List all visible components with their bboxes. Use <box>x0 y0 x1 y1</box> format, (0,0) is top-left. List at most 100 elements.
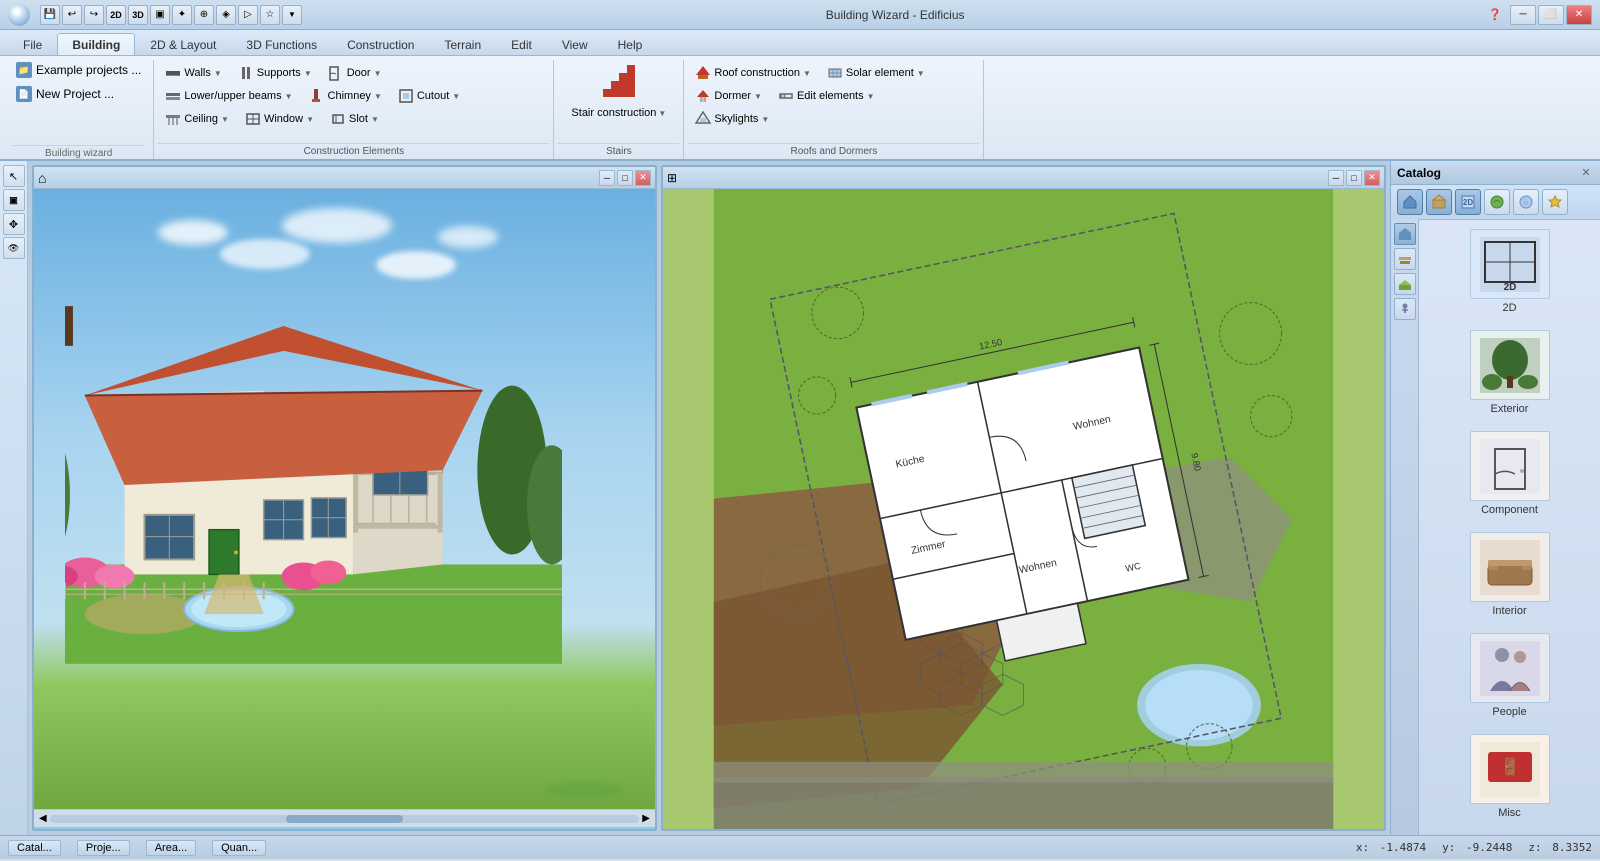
roof-construction-button[interactable]: Roof construction ▼ <box>688 62 818 84</box>
view-2d-button[interactable]: 2D <box>106 5 126 25</box>
status-tab-quantity[interactable]: Quan... <box>212 840 266 856</box>
save-button[interactable]: 💾 <box>40 5 60 25</box>
tab-3d-functions[interactable]: 3D Functions <box>231 33 332 55</box>
cat-nav-building[interactable] <box>1394 223 1416 245</box>
skylights-button[interactable]: Skylights ▼ <box>688 108 776 130</box>
catalog-tool-building[interactable] <box>1397 189 1423 215</box>
dropdown-arrow[interactable]: ▼ <box>282 5 302 25</box>
walls-button[interactable]: Walls ▼ <box>158 62 228 84</box>
catalog-img-exterior <box>1470 330 1550 400</box>
tb-btn-9[interactable]: ☆ <box>260 5 280 25</box>
catalog-item-misc[interactable]: 🚪 Misc <box>1423 731 1596 822</box>
supports-button[interactable]: Supports ▼ <box>231 62 319 84</box>
catalog-left-nav <box>1391 219 1419 835</box>
door-button[interactable]: Door ▼ <box>321 62 389 84</box>
catalog-close-button[interactable]: ✕ <box>1578 165 1594 181</box>
tab-2d-layout[interactable]: 2D & Layout <box>135 33 231 55</box>
status-tab-area[interactable]: Area... <box>146 840 196 856</box>
stairs-icon <box>603 65 635 104</box>
view3d-minimize[interactable]: ─ <box>599 170 615 186</box>
view2d-panel: ⊞ ─ □ ✕ <box>661 165 1386 831</box>
app-icon <box>8 4 30 26</box>
dormer-button[interactable]: Dormer ▼ <box>688 85 769 107</box>
view2d-minimize[interactable]: ─ <box>1328 170 1344 186</box>
tab-edit[interactable]: Edit <box>496 33 547 55</box>
tab-file[interactable]: File <box>8 33 57 55</box>
x-value: -1.4874 <box>1380 841 1426 854</box>
scrollbar-thumb[interactable] <box>286 815 404 823</box>
window-button[interactable]: Window ▼ <box>238 108 321 130</box>
scene3d <box>34 189 655 809</box>
tb-btn-8[interactable]: ▷ <box>238 5 258 25</box>
new-project-button[interactable]: 📄 New Project ... <box>12 84 145 104</box>
view2d-maximize[interactable]: □ <box>1346 170 1362 186</box>
ceiling-button[interactable]: Ceiling ▼ <box>158 108 236 130</box>
chimney-button[interactable]: Chimney ▼ <box>302 85 389 107</box>
restore-button[interactable]: ⬜ <box>1538 5 1564 25</box>
tab-construction[interactable]: Construction <box>332 33 429 55</box>
svg-text:2D: 2D <box>1463 198 1473 207</box>
solar-icon <box>827 65 843 81</box>
lower-upper-beams-button[interactable]: Lower/upper beams ▼ <box>158 85 299 107</box>
catalog-tool-room[interactable] <box>1426 189 1452 215</box>
slot-button[interactable]: Slot ▼ <box>323 108 386 130</box>
cutout-button[interactable]: Cutout ▼ <box>391 85 467 107</box>
ceiling-label: Ceiling <box>184 113 218 125</box>
undo-button[interactable]: ↩ <box>62 5 82 25</box>
scrollbar-track[interactable] <box>50 815 640 823</box>
tab-building[interactable]: Building <box>57 33 135 55</box>
z-label: z: <box>1528 841 1541 854</box>
catalog-tool-2d[interactable]: 2D <box>1455 189 1481 215</box>
camera-tool[interactable]: 👁 <box>3 237 25 259</box>
pan-tool[interactable]: ✥ <box>3 213 25 235</box>
tab-help[interactable]: Help <box>603 33 658 55</box>
tb-btn-7[interactable]: ◈ <box>216 5 236 25</box>
scroll-left-btn[interactable]: ◀ <box>36 813 50 824</box>
catalog-tool-landscape[interactable] <box>1484 189 1510 215</box>
catalog-item-2d[interactable]: 2D 2D <box>1423 226 1596 317</box>
coord-display-group: x: -1.4874 y: -9.2448 z: 8.3352 <box>1356 841 1592 854</box>
cat-nav-person[interactable] <box>1394 298 1416 320</box>
supports-label: Supports <box>257 67 301 79</box>
window-title: Building Wizard - Edificius <box>302 8 1488 22</box>
tb-btn-6[interactable]: ⊕ <box>194 5 214 25</box>
edit-elements-button[interactable]: Edit elements ▼ <box>771 85 882 107</box>
close-button[interactable]: ✕ <box>1566 5 1592 25</box>
tab-terrain[interactable]: Terrain <box>429 33 496 55</box>
view2d-close[interactable]: ✕ <box>1364 170 1380 186</box>
catalog-item-people[interactable]: People <box>1423 630 1596 721</box>
tb-btn-5[interactable]: ✦ <box>172 5 192 25</box>
zoom-tool[interactable]: ▣ <box>3 189 25 211</box>
redo-button[interactable]: ↪ <box>84 5 104 25</box>
catalog-tool-favorites[interactable] <box>1542 189 1568 215</box>
catalog-item-interior[interactable]: Interior <box>1423 529 1596 620</box>
catalog-item-component[interactable]: Component <box>1423 428 1596 519</box>
view2d-icon: ⊞ <box>667 171 677 185</box>
catalog-panel: Catalog ✕ 2D ○ <box>1390 161 1600 835</box>
roofs-dormers-label: Roofs and Dormers <box>688 143 979 159</box>
cursor-tool[interactable]: ↖ <box>3 165 25 187</box>
solar-element-button[interactable]: Solar element ▼ <box>820 62 932 84</box>
tab-view[interactable]: View <box>547 33 603 55</box>
door-icon <box>328 65 344 81</box>
view3d-close[interactable]: ✕ <box>635 170 651 186</box>
minimize-button[interactable]: ─ <box>1510 5 1536 25</box>
tb-btn-4[interactable]: ▣ <box>150 5 170 25</box>
help-icon[interactable]: ❓ <box>1488 8 1502 21</box>
view-3d-button[interactable]: 3D <box>128 5 148 25</box>
ribbon-section-construction: Walls ▼ Supports ▼ Door ▼ <box>154 60 554 159</box>
view3d-scrollbar[interactable]: ◀ ▶ <box>34 809 655 827</box>
scroll-right-btn[interactable]: ▶ <box>639 813 653 824</box>
y-value: -9.2448 <box>1466 841 1512 854</box>
view3d-maximize[interactable]: □ <box>617 170 633 186</box>
dormer-icon <box>695 88 711 104</box>
cat-nav-layers[interactable] <box>1394 248 1416 270</box>
example-projects-button[interactable]: 📁 Example projects ... <box>12 60 145 80</box>
catalog-tool-objects[interactable]: ○ <box>1513 189 1539 215</box>
catalog-item-exterior[interactable]: Exterior <box>1423 327 1596 418</box>
stair-construction-button[interactable]: Stair construction ▼ <box>558 62 679 122</box>
cat-nav-landscape[interactable] <box>1394 273 1416 295</box>
construction-buttons: Walls ▼ Supports ▼ Door ▼ <box>158 62 549 143</box>
status-tab-project[interactable]: Proje... <box>77 840 130 856</box>
status-tab-catalog[interactable]: Catal... <box>8 840 61 856</box>
